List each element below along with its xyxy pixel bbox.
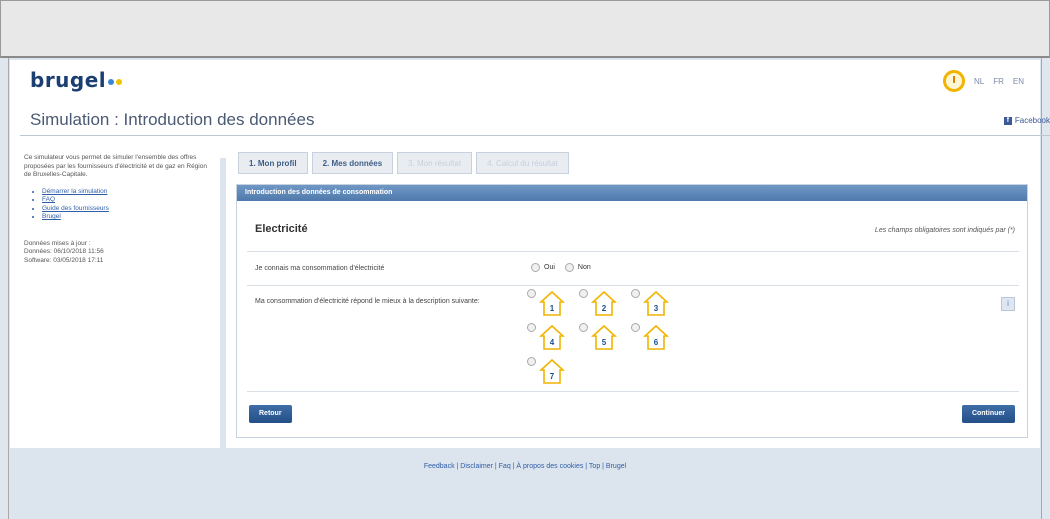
update-title: Données mises à jour : (24, 239, 91, 247)
q1-label: Je connais ma consommation d'électricité (255, 265, 385, 272)
tab-data[interactable]: 2. Mes données (311, 152, 394, 174)
q2-label: Ma consommation d'électricité répond le … (255, 298, 480, 305)
lang-fr[interactable]: FR (993, 77, 1004, 86)
svg-text:6: 6 (654, 338, 659, 347)
sidebar-link-faq[interactable]: FAQ (42, 196, 208, 205)
page-title: Simulation : Introduction des données (30, 110, 315, 129)
section-title: Electricité (255, 223, 308, 235)
facebook-label: Facebook (1014, 116, 1050, 125)
tab-profile[interactable]: 1. Mon profil (238, 152, 308, 174)
house-2-icon: 2 (591, 290, 617, 316)
svg-text:2: 2 (602, 304, 607, 313)
house-7-icon: 7 (539, 358, 565, 384)
update-data: Données: 06/10/2018 11:56 (24, 248, 104, 255)
language-switcher: NL FR EN (942, 70, 1024, 92)
radio-house-4[interactable] (527, 323, 536, 332)
sidebar-link-guide[interactable]: Guide des fournisseurs (42, 205, 208, 214)
house-3-icon: 3 (643, 290, 669, 316)
radio-no-label: Non (577, 264, 591, 271)
radio-house-2[interactable] (579, 289, 588, 298)
sidebar-intro: Ce simulateur vous permet de simuler l'e… (24, 154, 207, 178)
brugel-logo[interactable]: brugel (30, 68, 123, 92)
house-option-7[interactable]: 7 (527, 357, 565, 385)
radio-house-5[interactable] (579, 323, 588, 332)
sidebar-link-start[interactable]: Démarrer la simulation (42, 188, 208, 197)
svg-text:3: 3 (654, 304, 659, 313)
main-content: 1. Mon profil 2. Mes données 3. Mon résu… (226, 140, 1040, 448)
radio-no[interactable] (564, 263, 574, 272)
logo-dot-yellow (116, 78, 123, 85)
facebook-icon: f (1003, 116, 1012, 125)
clock-icon (942, 70, 965, 92)
house-5-icon: 5 (591, 324, 617, 350)
q1-options: Oui Non (531, 263, 591, 272)
sidebar-link-brugel[interactable]: Brugel (42, 213, 208, 222)
lang-en[interactable]: EN (1013, 77, 1024, 86)
sidebar-links: Démarrer la simulation FAQ Guide des fou… (42, 188, 208, 222)
info-button[interactable]: i (1001, 297, 1015, 311)
radio-house-1[interactable] (527, 289, 536, 298)
panel-header: Introduction des données de consommation (237, 185, 1027, 201)
svg-text:1: 1 (550, 304, 555, 313)
mandatory-note: Les champs obligatoires sont indiqués pa… (874, 227, 1015, 234)
wizard-tabs: 1. Mon profil 2. Mes données 3. Mon résu… (238, 152, 569, 174)
house-option-3[interactable]: 3 (631, 289, 669, 317)
tab-calculation: 4. Calcul du résultat (476, 152, 569, 174)
browser-top-strip (0, 0, 1050, 58)
svg-text:7: 7 (550, 372, 555, 381)
update-software: Software: 03/05/2018 17:11 (24, 256, 104, 264)
title-row: Simulation : Introduction des données f … (20, 102, 1050, 136)
svg-text:5: 5 (602, 338, 607, 347)
house-option-4[interactable]: 4 (527, 323, 565, 351)
back-button[interactable]: Retour (249, 405, 292, 423)
house-option-5[interactable]: 5 (579, 323, 617, 351)
radio-house-6[interactable] (631, 323, 640, 332)
logo-dot-blue (108, 78, 115, 85)
facebook-link[interactable]: f Facebook (1003, 116, 1050, 125)
continue-button[interactable]: Continuer (961, 405, 1015, 423)
logo-text: brugel (30, 68, 107, 92)
house-1-icon: 1 (539, 290, 565, 316)
radio-yes-label: Oui (544, 264, 555, 271)
radio-yes[interactable] (531, 263, 540, 272)
footer-links[interactable]: Feedback | Disclaimer | Faq | À propos d… (0, 463, 1050, 470)
house-option-2[interactable]: 2 (579, 289, 617, 317)
divider (247, 391, 1019, 392)
house-option-6[interactable]: 6 (631, 323, 669, 351)
svg-text:4: 4 (550, 338, 555, 347)
divider (247, 251, 1019, 252)
house-4-icon: 4 (539, 324, 565, 350)
lang-nl[interactable]: NL (974, 77, 984, 86)
divider (247, 285, 1019, 286)
radio-house-7[interactable] (527, 357, 536, 366)
consumption-panel: Introduction des données de consommation… (236, 184, 1028, 438)
house-6-icon: 6 (643, 324, 669, 350)
tab-result: 3. Mon résultat (397, 152, 473, 174)
radio-house-3[interactable] (631, 289, 640, 298)
sidebar: Ce simulateur vous permet de simuler l'e… (10, 140, 220, 448)
house-option-1[interactable]: 1 (527, 289, 565, 317)
